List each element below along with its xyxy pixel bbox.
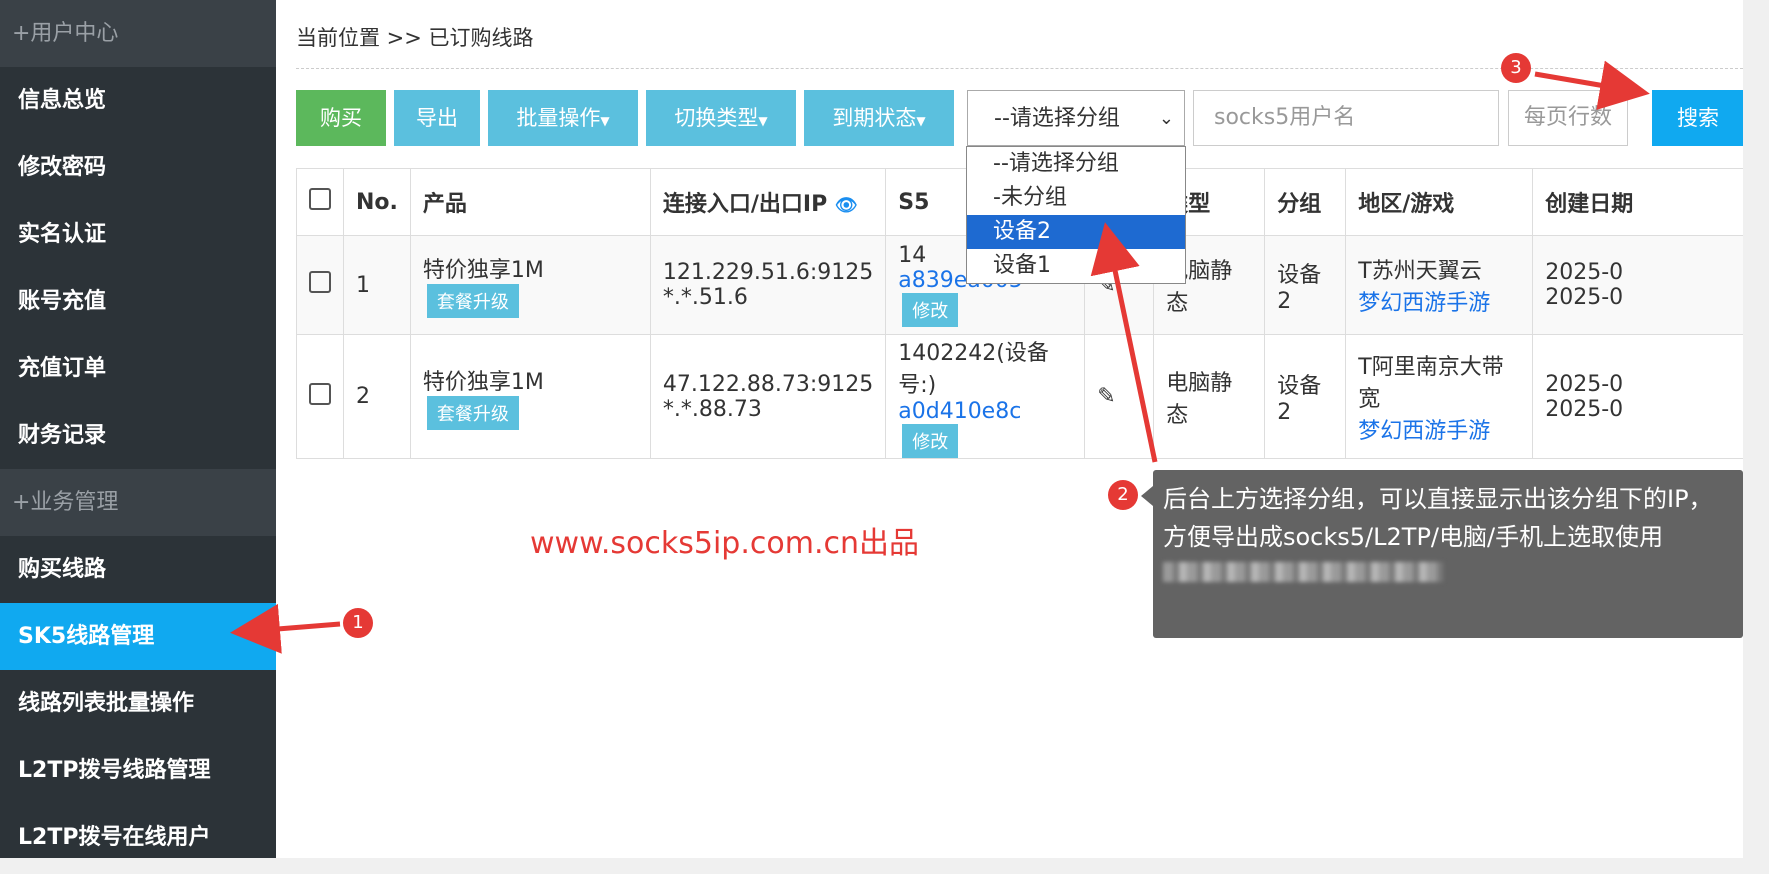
sidebar-item-l2tp-online[interactable]: L2TP拨号在线用户 — [0, 804, 276, 871]
dropdown-option[interactable]: --请选择分组 — [967, 147, 1185, 181]
sidebar-item-real-name[interactable]: 实名认证 — [0, 201, 276, 268]
upgrade-button[interactable]: 套餐升级 — [426, 284, 519, 318]
region-name: T苏州天翼云 — [1358, 259, 1482, 284]
dropdown-option[interactable]: 设备1 — [967, 249, 1185, 283]
checkbox[interactable] — [309, 188, 331, 210]
row-region: T苏州天翼云 梦幻西游手游 — [1345, 235, 1534, 335]
group-select[interactable]: --请选择分组 ⌄ — [967, 90, 1185, 146]
caret-down-icon: ▼ — [600, 114, 610, 128]
row-product: 特价独享1M套餐升级 — [409, 334, 651, 459]
annotation-marker-1: 1 — [343, 608, 373, 638]
row-created: 2025-0 2025-0 — [1532, 334, 1743, 459]
header-no: No. — [343, 168, 411, 236]
row-type: 电脑静态 — [1153, 334, 1266, 459]
row-region: T阿里南京大带宽 梦幻西游手游 — [1345, 334, 1534, 459]
sidebar-item-finance[interactable]: 财务记录 — [0, 402, 276, 469]
switch-type-button[interactable]: 切换类型▼ — [646, 90, 796, 146]
annotation-marker-2: 2 — [1108, 480, 1138, 510]
header-region: 地区/游戏 — [1345, 168, 1534, 236]
header-created: 创建日期 — [1532, 168, 1743, 236]
search-button[interactable]: 搜索 — [1652, 90, 1743, 146]
header-ip: 连接入口/出口IP 👁 — [649, 168, 887, 236]
blurred-text — [1163, 562, 1443, 582]
switch-type-label: 切换类型 — [674, 106, 759, 130]
main-content: 当前位置 >> 已订购线路 购买 导出 批量操作▼ 切换类型▼ 到期状态▼ --… — [276, 0, 1743, 858]
row-group: 设备2 — [1264, 235, 1347, 335]
caret-down-icon: ▼ — [758, 114, 768, 128]
group-dropdown-list: --请选择分组 -未分组 设备2 设备1 — [966, 146, 1186, 284]
watermark-text: www.socks5ip.com.cn出品 — [530, 526, 919, 561]
socks5-username-input[interactable]: socks5用户名 — [1193, 90, 1499, 146]
buy-button[interactable]: 购买 — [296, 90, 386, 146]
game-link[interactable]: 梦幻西游手游 — [1358, 413, 1520, 445]
edit-button[interactable]: 修改 — [902, 424, 959, 458]
entry-ip: 47.122.88.73:9125 — [662, 371, 874, 397]
game-link[interactable]: 梦幻西游手游 — [1358, 285, 1520, 317]
sidebar: +用户中心 信息总览 修改密码 实名认证 账号充值 充值订单 财务记录 +业务管… — [0, 0, 276, 858]
sidebar-item-recharge[interactable]: 账号充值 — [0, 268, 276, 335]
expire-status-button[interactable]: 到期状态▼ — [804, 90, 954, 146]
row-no: 1 — [343, 235, 411, 335]
annotation-tooltip: 后台上方选择分组，可以直接显示出该分组下的IP，方便导出成socks5/L2TP… — [1141, 470, 1743, 638]
sidebar-item-recharge-orders[interactable]: 充值订单 — [0, 335, 276, 402]
pencil-icon[interactable]: ✎ — [1097, 384, 1115, 409]
row-note: ✎ — [1084, 334, 1155, 459]
region-name: T阿里南京大带宽 — [1358, 354, 1504, 412]
created-date: 2025-0 — [1545, 371, 1624, 397]
dropdown-option[interactable]: -未分组 — [967, 181, 1185, 215]
sidebar-group-business[interactable]: +业务管理 — [0, 469, 276, 536]
row-product: 特价独享1M套餐升级 — [409, 235, 651, 335]
entry-ip: 121.229.51.6:9125 — [662, 260, 874, 285]
per-page-input[interactable]: 每页行数 — [1508, 90, 1628, 146]
row-ip: 121.229.51.6:9125 *.*.51.6 — [649, 235, 887, 335]
s5-password-link[interactable]: a0d410e8c — [898, 399, 1021, 424]
group-select-value: --请选择分组 — [994, 106, 1120, 131]
exit-ip: *.*.51.6 — [662, 285, 748, 310]
exit-ip: *.*.88.73 — [662, 396, 762, 422]
header-group: 分组 — [1264, 168, 1347, 236]
expire-status-label: 到期状态 — [832, 106, 917, 130]
caret-down-icon: ▼ — [916, 114, 926, 128]
product-name: 特价独享1M — [422, 258, 544, 283]
upgrade-button[interactable]: 套餐升级 — [426, 395, 519, 430]
s5-id: 1402242(设备号:) — [898, 341, 1049, 398]
row-s5: 1402242(设备号:) a0d410e8c修改 — [885, 334, 1086, 459]
header-ip-label: 连接入口/出口IP — [662, 192, 828, 217]
edit-button[interactable]: 修改 — [902, 293, 959, 327]
annotation-marker-3: 3 — [1501, 53, 1531, 83]
batch-ops-label: 批量操作 — [516, 106, 601, 130]
tooltip-text: 后台上方选择分组，可以直接显示出该分组下的IP，方便导出成socks5/L2TP… — [1163, 485, 1713, 551]
row-checkbox-cell — [296, 235, 344, 335]
batch-ops-button[interactable]: 批量操作▼ — [488, 90, 638, 146]
row-no: 2 — [343, 334, 411, 459]
sidebar-item-change-password[interactable]: 修改密码 — [0, 134, 276, 201]
row-ip: 47.122.88.73:9125 *.*.88.73 — [649, 334, 887, 459]
table-row: 2 特价独享1M套餐升级 47.122.88.73:9125 *.*.88.73 … — [296, 334, 1743, 459]
row-checkbox-cell — [296, 334, 344, 459]
row-checkbox[interactable] — [309, 382, 331, 405]
sidebar-item-l2tp-management[interactable]: L2TP拨号线路管理 — [0, 737, 276, 804]
header-product: 产品 — [409, 168, 651, 236]
export-button[interactable]: 导出 — [394, 90, 480, 146]
chevron-down-icon: ⌄ — [1158, 108, 1174, 129]
row-checkbox[interactable] — [309, 271, 331, 293]
eye-icon[interactable]: 👁 — [835, 195, 858, 216]
select-all-checkbox[interactable] — [296, 168, 344, 236]
expire-date: 2025-0 — [1545, 285, 1624, 310]
row-created: 2025-0 2025-0 — [1532, 235, 1743, 335]
product-name: 特价独享1M — [422, 369, 544, 395]
sidebar-item-sk5-management[interactable]: SK5线路管理 — [0, 603, 276, 670]
expire-date: 2025-0 — [1545, 396, 1624, 422]
row-group: 设备2 — [1264, 334, 1347, 459]
breadcrumb: 当前位置 >> 已订购线路 — [296, 26, 534, 50]
sidebar-item-overview[interactable]: 信息总览 — [0, 67, 276, 134]
dropdown-option-selected[interactable]: 设备2 — [967, 215, 1185, 249]
created-date: 2025-0 — [1545, 260, 1624, 285]
sidebar-item-batch-ops[interactable]: 线路列表批量操作 — [0, 670, 276, 737]
sidebar-item-buy-lines[interactable]: 购买线路 — [0, 536, 276, 603]
sidebar-group-user-center[interactable]: +用户中心 — [0, 0, 276, 67]
